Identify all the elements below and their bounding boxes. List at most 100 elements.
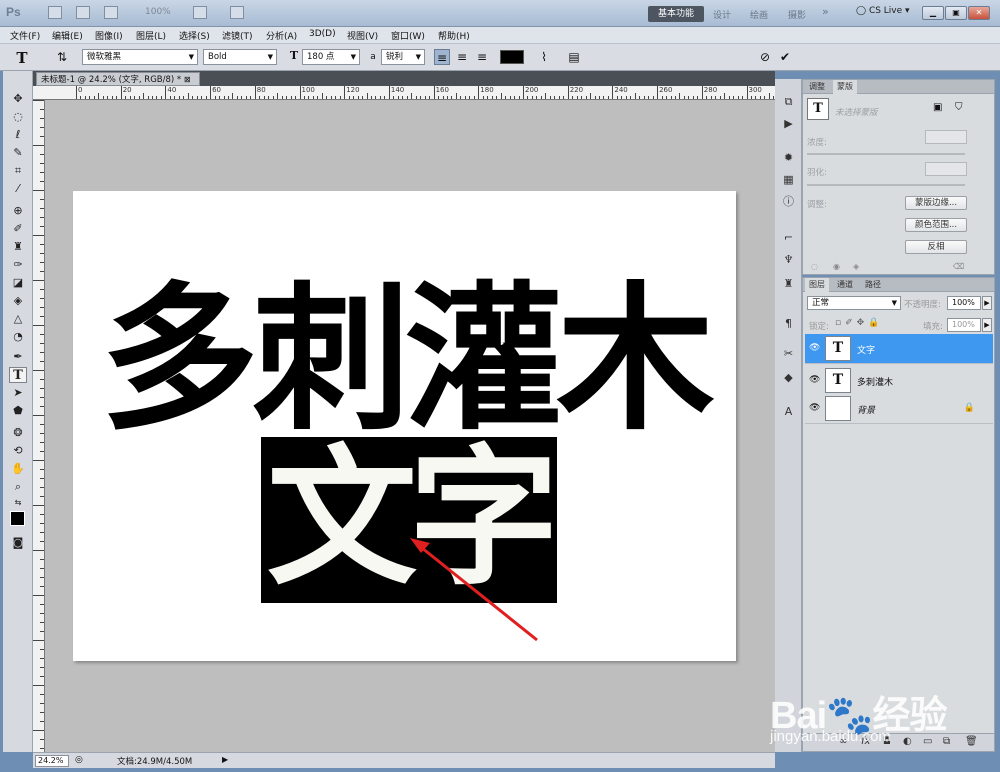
delete-mask-icon[interactable]: ⌫	[953, 262, 964, 271]
tool-presets-icon[interactable]: ♜	[780, 275, 797, 292]
menu-help[interactable]: 帮助(H)	[438, 29, 470, 42]
density-field[interactable]	[925, 130, 967, 144]
restore-button[interactable]: ▣	[945, 6, 967, 20]
zoom-field[interactable]: 24.2%	[35, 755, 69, 767]
menu-view[interactable]: 视图(V)	[347, 29, 378, 42]
document-tab[interactable]: 未标题-1 @ 24.2% (文字, RGB/8) * ⊠	[36, 72, 200, 86]
density-slider[interactable]	[807, 153, 965, 155]
align-left-icon[interactable]: ≡	[434, 49, 450, 65]
tab-paths[interactable]: 路径	[861, 278, 885, 292]
quick-select-tool-icon[interactable]: ✎	[9, 145, 27, 161]
feather-field[interactable]	[925, 162, 967, 176]
swap-colors-icon[interactable]: ⇆	[9, 495, 27, 511]
layer-row-main-text[interactable]: 👁 T 多刺灌木	[805, 366, 993, 396]
tab-adjustments[interactable]: 调整	[805, 80, 829, 94]
more-workspaces-icon[interactable]: »	[822, 5, 829, 18]
styles-panel-icon[interactable]: ◆	[780, 369, 797, 386]
menu-window[interactable]: 窗口(W)	[391, 29, 425, 42]
text-tool-preset-icon[interactable]: T	[14, 49, 30, 67]
menu-file[interactable]: 文件(F)	[10, 29, 40, 42]
eraser-tool-icon[interactable]: ◪	[9, 275, 27, 291]
swatches-panel-icon[interactable]: ▦	[780, 171, 797, 188]
font-style-select[interactable]: Bold ▼	[203, 49, 277, 65]
warp-text-icon[interactable]: ⌇	[536, 49, 552, 65]
brush-tool-icon[interactable]: ✐	[9, 221, 27, 237]
invert-button[interactable]: 反相	[905, 240, 967, 254]
3d-orbit-tool-icon[interactable]: ⟲	[9, 443, 27, 459]
mask-edge-button[interactable]: 蒙版边缘...	[905, 196, 967, 210]
3d-rotate-tool-icon[interactable]: ❂	[9, 425, 27, 441]
tab-masks[interactable]: 蒙版	[833, 80, 857, 94]
pixel-mask-icon[interactable]: ▣	[933, 102, 942, 113]
fill-arrow-icon[interactable]: ▶	[982, 318, 992, 332]
font-size-select[interactable]: 180 点 ▼	[302, 49, 360, 65]
path-select-tool-icon[interactable]: ➤	[9, 385, 27, 401]
mask-type-icon[interactable]: T	[807, 98, 829, 120]
info-panel-icon[interactable]: ⓘ	[780, 193, 797, 210]
workspace-design[interactable]: 设计	[713, 8, 731, 21]
tab-channels[interactable]: 通道	[833, 278, 857, 292]
cancel-edit-icon[interactable]: ⊘	[757, 49, 773, 65]
color-panel-icon[interactable]: ✹	[780, 149, 797, 166]
clone-source-icon[interactable]: ♆	[780, 251, 797, 268]
menu-layer[interactable]: 图层(L)	[136, 29, 166, 42]
type-tool-icon[interactable]: T	[9, 367, 27, 383]
blur-tool-icon[interactable]: △	[9, 311, 27, 327]
workspace-basic-button[interactable]: 基本功能	[648, 6, 704, 22]
marquee-tool-icon[interactable]: ◌	[9, 109, 27, 125]
crop-tool-icon[interactable]: ⌗	[9, 163, 27, 179]
view-extras-icon[interactable]	[104, 6, 118, 19]
zoom-level[interactable]: 100%	[145, 7, 171, 17]
tab-layers[interactable]: 图层	[805, 278, 829, 292]
bridge-icon[interactable]	[48, 6, 62, 19]
brush-presets-icon[interactable]: ⌐	[780, 229, 797, 246]
healing-brush-tool-icon[interactable]: ⊕	[9, 203, 27, 219]
antialias-select[interactable]: 锐利 ▼	[381, 49, 425, 65]
pen-tool-icon[interactable]: ✒	[9, 349, 27, 365]
menu-image[interactable]: 图像(I)	[95, 29, 123, 42]
blend-mode-select[interactable]: 正常 ▼	[807, 296, 901, 310]
eye-icon[interactable]: 👁	[809, 403, 821, 415]
close-tab-icon[interactable]: ⊠	[184, 75, 191, 84]
minimize-button[interactable]: ▁	[922, 6, 944, 20]
layer-row-background[interactable]: 👁 背景 🔒	[805, 394, 993, 424]
fill-field[interactable]: 100%	[947, 318, 981, 332]
close-button[interactable]: ✕	[968, 6, 990, 20]
color-range-button[interactable]: 颜色范围...	[905, 218, 967, 232]
foreground-color-swatch[interactable]	[10, 511, 25, 526]
menu-analysis[interactable]: 分析(A)	[266, 29, 297, 42]
eye-icon[interactable]: 👁	[809, 343, 821, 355]
feather-slider[interactable]	[807, 184, 965, 186]
load-selection-icon[interactable]: ◌	[811, 262, 818, 271]
font-family-select[interactable]: 微软雅黑 ▼	[82, 49, 198, 65]
status-icon[interactable]: ◎	[75, 755, 83, 765]
lasso-tool-icon[interactable]: ℓ	[9, 127, 27, 143]
status-arrow-icon[interactable]: ▶	[222, 755, 228, 764]
character-panel-icon[interactable]: A	[780, 403, 797, 420]
disable-mask-icon[interactable]: ◈	[853, 262, 859, 271]
opacity-field[interactable]: 100%	[947, 296, 981, 310]
align-right-icon[interactable]: ≡	[474, 49, 490, 65]
workspace-photo[interactable]: 摄影	[788, 8, 806, 21]
document-canvas[interactable]: 多刺灌木 文字	[73, 191, 736, 661]
layer-row-text[interactable]: 👁 T 文字	[805, 334, 993, 364]
move-tool-icon[interactable]: ✥	[9, 91, 27, 107]
commit-edit-icon[interactable]: ✔	[777, 49, 793, 65]
dodge-tool-icon[interactable]: ◔	[9, 329, 27, 345]
eyedropper-tool-icon[interactable]: ⁄	[9, 181, 27, 197]
paragraph-panel-icon[interactable]: ¶	[780, 315, 797, 332]
screen-mode-icon[interactable]	[230, 6, 244, 19]
eye-icon[interactable]: 👁	[809, 375, 821, 387]
cs-live-button[interactable]: ◯ CS Live ▾	[856, 6, 910, 16]
text-layer-main[interactable]: 多刺灌木	[73, 275, 736, 445]
align-center-icon[interactable]: ≡	[454, 49, 470, 65]
minibridge-icon[interactable]	[76, 6, 90, 19]
character-panel-icon[interactable]: ▤	[566, 49, 582, 65]
menu-select[interactable]: 选择(S)	[179, 29, 210, 42]
clone-stamp-tool-icon[interactable]: ♜	[9, 239, 27, 255]
paint-bucket-tool-icon[interactable]: ◈	[9, 293, 27, 309]
apply-mask-icon[interactable]: ◉	[833, 262, 840, 271]
text-orientation-icon[interactable]: ⇅	[54, 49, 70, 65]
hand-tool-icon[interactable]: ✋	[9, 461, 27, 477]
workspace-paint[interactable]: 绘画	[750, 8, 768, 21]
